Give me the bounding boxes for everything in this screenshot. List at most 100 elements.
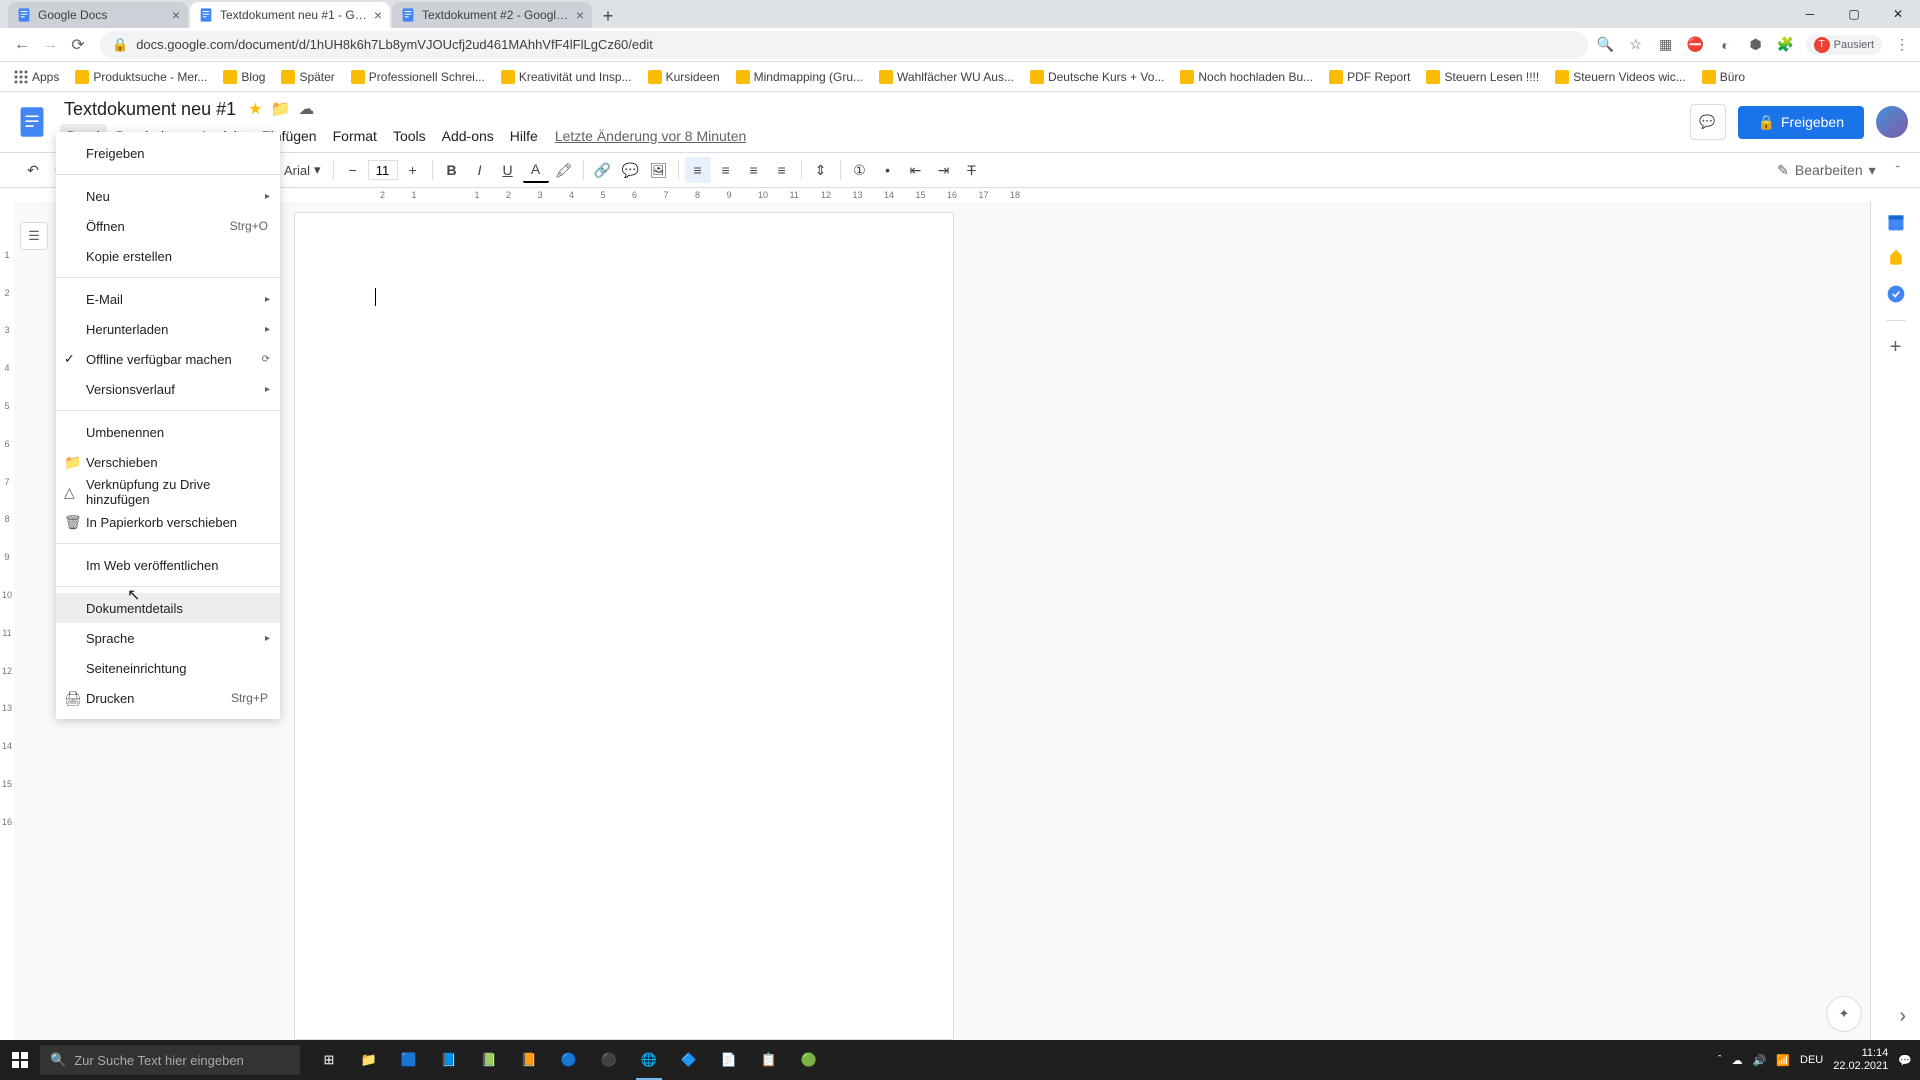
menu-item-add-shortcut[interactable]: △Verknüpfung zu Drive hinzufügen	[56, 477, 280, 507]
menu-item-share[interactable]: Freigeben	[56, 138, 280, 168]
align-right-button[interactable]: ≡	[741, 157, 767, 183]
taskbar-app-powerpoint[interactable]: 📙	[510, 1040, 548, 1080]
highlight-button[interactable]: 🖍	[551, 157, 577, 183]
horizontal-ruler[interactable]: 21123456789101112131415161718	[0, 188, 1920, 202]
bookmark-item[interactable]: Blog	[217, 66, 271, 88]
docs-logo-icon[interactable]	[12, 102, 52, 142]
move-icon[interactable]: 📁	[270, 99, 290, 119]
browser-tab[interactable]: Google Docs ×	[8, 2, 188, 28]
extension-icon[interactable]: ◐	[1716, 35, 1736, 55]
bookmark-item[interactable]: Produktsuche - Mer...	[69, 66, 213, 88]
outline-toggle-button[interactable]: ☰	[20, 222, 48, 250]
bookmark-item[interactable]: Später	[275, 66, 340, 88]
bookmark-item[interactable]: Steuern Lesen !!!!	[1420, 66, 1545, 88]
menu-item-email[interactable]: E-Mail▸	[56, 284, 280, 314]
menu-item-language[interactable]: Sprache▸	[56, 623, 280, 653]
numbered-list-button[interactable]: ①	[847, 157, 873, 183]
taskbar-search[interactable]: 🔍 Zur Suche Text hier eingeben	[40, 1045, 300, 1075]
menu-tools[interactable]: Tools	[386, 124, 433, 148]
back-button[interactable]: ←	[8, 31, 36, 59]
menu-format[interactable]: Format	[326, 124, 384, 148]
forward-button[interactable]: →	[36, 31, 64, 59]
menu-item-make-copy[interactable]: Kopie erstellen	[56, 241, 280, 271]
tray-language[interactable]: DEU	[1800, 1054, 1823, 1066]
bookmark-item[interactable]: Kursideen	[642, 66, 726, 88]
taskbar-app[interactable]: ⚫	[590, 1040, 628, 1080]
kebab-menu-icon[interactable]: ⋮	[1892, 35, 1912, 55]
calendar-icon[interactable]	[1886, 212, 1906, 232]
document-page[interactable]	[294, 212, 954, 1040]
italic-button[interactable]: I	[467, 157, 493, 183]
browser-tab[interactable]: Textdokument neu #1 - Google ×	[190, 2, 390, 28]
menu-item-page-setup[interactable]: Seiteneinrichtung	[56, 653, 280, 683]
bold-button[interactable]: B	[439, 157, 465, 183]
last-edit-link[interactable]: Letzte Änderung vor 8 Minuten	[547, 124, 754, 148]
menu-item-version-history[interactable]: Versionsverlauf▸	[56, 374, 280, 404]
taskbar-app-chrome[interactable]: 🌐	[630, 1040, 668, 1080]
indent-decrease-button[interactable]: ⇤	[903, 157, 929, 183]
taskbar-app-spotify[interactable]: 🟢	[790, 1040, 828, 1080]
new-tab-button[interactable]: +	[594, 4, 622, 28]
comments-button[interactable]: 💬	[1690, 104, 1726, 140]
profile-chip[interactable]: T Pausiert	[1806, 35, 1882, 55]
insert-link-button[interactable]: 🔗	[590, 157, 616, 183]
clear-formatting-button[interactable]: T	[959, 157, 985, 183]
menu-item-publish-web[interactable]: Im Web veröffentlichen	[56, 550, 280, 580]
text-color-button[interactable]: A	[523, 157, 549, 183]
tray-clock[interactable]: 11:14 22.02.2021	[1833, 1047, 1888, 1073]
taskbar-app[interactable]: 📄	[710, 1040, 748, 1080]
align-left-button[interactable]: ≡	[685, 157, 711, 183]
bookmark-item[interactable]: Mindmapping (Gru...	[730, 66, 869, 88]
close-window-button[interactable]: ✕	[1876, 0, 1920, 28]
bulleted-list-button[interactable]: •	[875, 157, 901, 183]
bookmark-item[interactable]: Wahlfächer WU Aus...	[873, 66, 1020, 88]
menu-item-details[interactable]: Dokumentdetails	[56, 593, 280, 623]
tray-onedrive-icon[interactable]: ☁	[1732, 1054, 1743, 1067]
tray-wifi-icon[interactable]: 📶	[1776, 1054, 1790, 1067]
cloud-status-icon[interactable]: ☁	[298, 99, 314, 119]
menu-item-open[interactable]: ÖffnenStrg+O	[56, 211, 280, 241]
keep-icon[interactable]	[1886, 248, 1906, 268]
font-family-select[interactable]: Arial ▾	[278, 162, 327, 178]
extension-icon[interactable]: ⬢	[1746, 35, 1766, 55]
menu-item-download[interactable]: Herunterladen▸	[56, 314, 280, 344]
taskbar-app[interactable]: 🟦	[390, 1040, 428, 1080]
menu-item-print[interactable]: 🖨DruckenStrg+P	[56, 683, 280, 713]
menu-item-rename[interactable]: Umbenennen	[56, 417, 280, 447]
taskbar-app-edge[interactable]: 🔷	[670, 1040, 708, 1080]
bookmark-item[interactable]: Deutsche Kurs + Vo...	[1024, 66, 1170, 88]
url-input[interactable]: 🔒 docs.google.com/document/d/1hUH8k6h7Lb…	[100, 31, 1588, 59]
bookmark-item[interactable]: Apps	[8, 66, 65, 88]
star-icon[interactable]: ☆	[1626, 35, 1646, 55]
menu-add-ons[interactable]: Add-ons	[435, 124, 501, 148]
share-button[interactable]: 🔒 Freigeben	[1738, 106, 1864, 139]
task-view-button[interactable]: ⊞	[310, 1040, 348, 1080]
menu-item-offline[interactable]: ✓Offline verfügbar machen⟳	[56, 344, 280, 374]
explore-button[interactable]: ✦	[1826, 996, 1862, 1032]
font-size-decrease[interactable]: −	[340, 157, 366, 183]
bookmark-item[interactable]: Noch hochladen Bu...	[1174, 66, 1319, 88]
bookmark-item[interactable]: Steuern Videos wic...	[1549, 66, 1692, 88]
adblock-icon[interactable]: ⛔	[1686, 35, 1706, 55]
extensions-menu-icon[interactable]: 🧩	[1776, 35, 1796, 55]
vertical-ruler[interactable]: 12345678910111213141516	[0, 202, 14, 1040]
close-icon[interactable]: ×	[374, 7, 382, 23]
taskbar-app-excel[interactable]: 📗	[470, 1040, 508, 1080]
start-button[interactable]	[0, 1040, 40, 1080]
close-icon[interactable]: ×	[576, 7, 584, 23]
line-spacing-button[interactable]: ⇕	[808, 157, 834, 183]
menu-item-trash[interactable]: 🗑In Papierkorb verschieben	[56, 507, 280, 537]
bookmark-item[interactable]: Kreativität und Insp...	[495, 66, 638, 88]
qr-icon[interactable]: ▦	[1656, 35, 1676, 55]
document-title[interactable]: Textdokument neu #1	[60, 97, 240, 122]
star-icon[interactable]: ★	[248, 99, 262, 119]
bookmark-item[interactable]: Professionell Schrei...	[345, 66, 491, 88]
menu-item-new[interactable]: Neu▸	[56, 181, 280, 211]
minimize-button[interactable]: ─	[1788, 0, 1832, 28]
taskbar-app[interactable]: 📋	[750, 1040, 788, 1080]
taskbar-app-word[interactable]: 📘	[430, 1040, 468, 1080]
collapse-toolbar-button[interactable]: ˆ	[1896, 163, 1900, 178]
font-size-input[interactable]	[368, 160, 398, 180]
taskbar-app-explorer[interactable]: 📁	[350, 1040, 388, 1080]
editing-mode-select[interactable]: ✎ Bearbeiten ▾	[1767, 158, 1885, 183]
